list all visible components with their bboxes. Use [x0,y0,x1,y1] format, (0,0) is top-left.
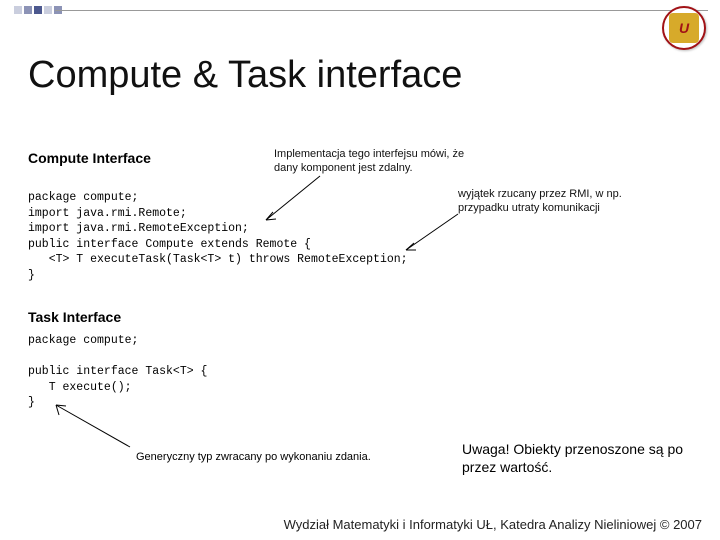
university-logo: U [662,6,706,50]
slide-title: Compute & Task interface [28,54,462,97]
slide-top-border [0,0,720,14]
annotation-exception: wyjątek rzucany przez RMI, w np. przypad… [458,188,668,216]
caution-note: Uwaga! Obiekty przenoszone są po przez w… [462,441,692,476]
logo-letter: U [669,13,699,43]
slide-footer: Wydział Matematyki i Informatyki UŁ, Kat… [284,517,702,532]
slide-body: Compute Interface Implementacja tego int… [28,150,692,494]
annotation-implementation: Implementacja tego interfejsu mówi, że d… [274,148,474,176]
task-interface-heading: Task Interface [28,309,692,325]
task-code-block: package compute; public interface Task<T… [28,333,692,411]
divider [55,10,708,11]
annotation-generic-type: Generyczny typ zwracany po wykonaniu zda… [136,451,396,463]
